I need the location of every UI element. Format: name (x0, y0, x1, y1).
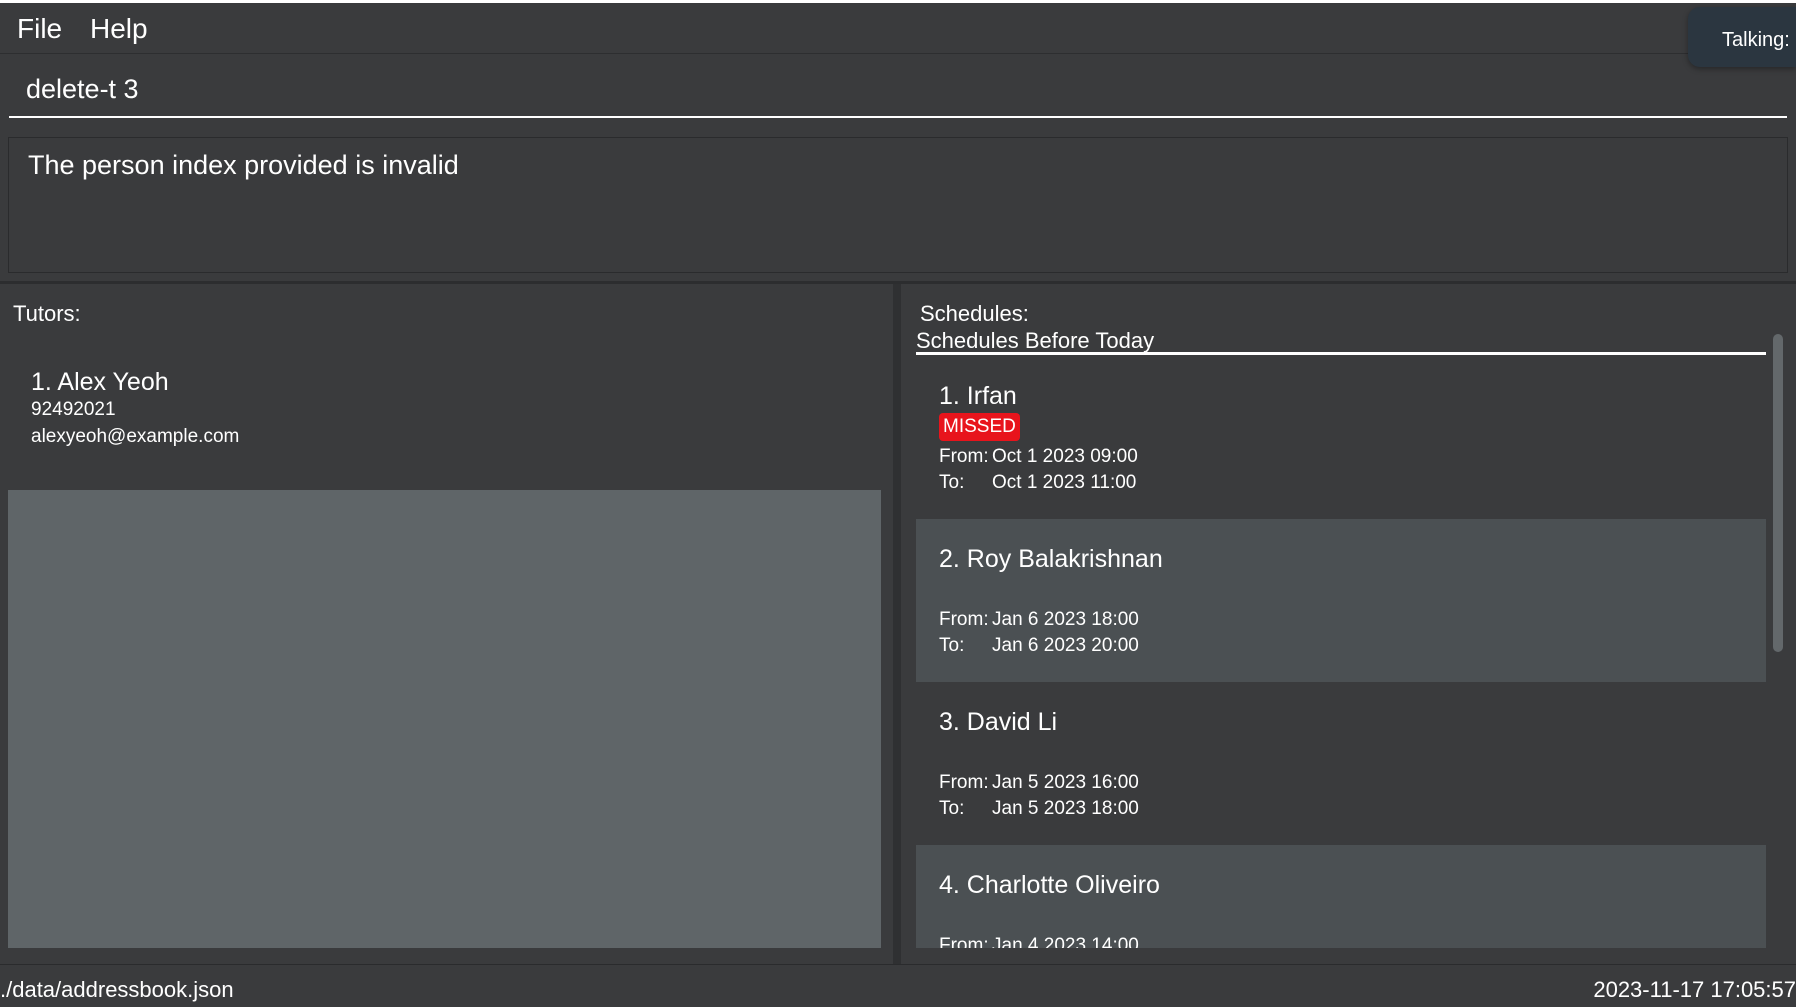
tutors-title: Tutors: (13, 301, 81, 326)
to-value: Jan 5 2023 18:00 (992, 798, 1139, 819)
schedules-subtitle-underline (916, 352, 1766, 355)
menu-help[interactable]: Help (90, 13, 148, 45)
schedule-from: From: Oct 1 2023 09:00 (939, 446, 1138, 468)
schedule-name: 2. Roy Balakrishnan (939, 545, 1163, 573)
schedule-name: 3. David Li (939, 708, 1058, 736)
data-file-path: ./data/addressbook.json (0, 977, 234, 1002)
from-value: Jan 6 2023 18:00 (992, 609, 1139, 630)
talking-label: Talking: (1722, 29, 1790, 51)
result-message: The person index provided is invalid (28, 150, 459, 180)
schedule-from: From: Jan 6 2023 18:00 (939, 609, 1139, 631)
schedules-subtitle: Schedules Before Today (916, 328, 1155, 353)
from-label: From: (939, 935, 989, 948)
schedule-name: 1. Irfan (939, 382, 1017, 410)
to-value: Oct 1 2023 11:00 (992, 472, 1137, 493)
tutor-card[interactable]: 1. Alex Yeoh 92492021 alexyeoh@example.c… (8, 326, 881, 490)
command-input[interactable] (26, 74, 1766, 105)
to-label: To: (939, 798, 965, 819)
from-value: Oct 1 2023 09:00 (992, 446, 1138, 467)
from-value: Jan 5 2023 16:00 (992, 772, 1139, 793)
from-label: From: (939, 772, 989, 793)
tutor-email: alexyeoh@example.com (31, 426, 240, 447)
tutor-phone: 92492021 (31, 399, 116, 420)
menu-file[interactable]: File (17, 13, 62, 45)
schedule-from: From: Jan 5 2023 16:00 (939, 772, 1139, 794)
schedule-name: 4. Charlotte Oliveiro (939, 871, 1160, 899)
schedules-title: Schedules: (920, 301, 1029, 326)
status-bar: ./data/addressbook.json 2023-11-17 17:05… (0, 964, 1796, 1007)
schedule-to: To: Jan 5 2023 18:00 (939, 798, 1139, 820)
tutors-list[interactable]: 1. Alex Yeoh 92492021 alexyeoh@example.c… (8, 326, 881, 948)
talking-badge[interactable]: Talking: (1688, 7, 1796, 67)
tutor-name: 1. Alex Yeoh (31, 368, 169, 396)
split-pane-divider[interactable] (893, 284, 901, 964)
schedule-card[interactable]: 2. Roy Balakrishnan From: Jan 6 2023 18:0… (916, 519, 1766, 682)
to-value: Jan 6 2023 20:00 (992, 635, 1139, 656)
schedule-card[interactable]: 4. Charlotte Oliveiro From: Jan 4 2023 14… (916, 845, 1766, 948)
status-badge: MISSED (939, 413, 1020, 441)
from-label: From: (939, 446, 989, 467)
schedule-card[interactable]: 1. Irfan MISSED From: Oct 1 2023 09:00 To… (916, 356, 1766, 519)
schedule-to: To: Oct 1 2023 11:00 (939, 472, 1136, 494)
status-timestamp: 2023-11-17 17:05:57 (1593, 977, 1796, 1002)
command-box (9, 62, 1787, 118)
menu-bar: File Help (0, 3, 1796, 54)
to-label: To: (939, 635, 965, 656)
scrollbar-thumb[interactable] (1773, 334, 1783, 652)
to-label: To: (939, 472, 965, 493)
from-value: Jan 4 2023 14:00 (992, 935, 1139, 948)
schedule-from: From: Jan 4 2023 14:00 (939, 935, 1139, 948)
result-display: The person index provided is invalid (8, 137, 1788, 273)
schedules-list[interactable]: 1. Irfan MISSED From: Oct 1 2023 09:00 To… (916, 356, 1766, 948)
schedule-to: To: Jan 6 2023 20:00 (939, 635, 1139, 657)
schedules-scrollbar[interactable] (1770, 330, 1786, 948)
schedule-card[interactable]: 3. David Li From: Jan 5 2023 16:00 To: Jan… (916, 682, 1766, 845)
from-label: From: (939, 609, 989, 630)
